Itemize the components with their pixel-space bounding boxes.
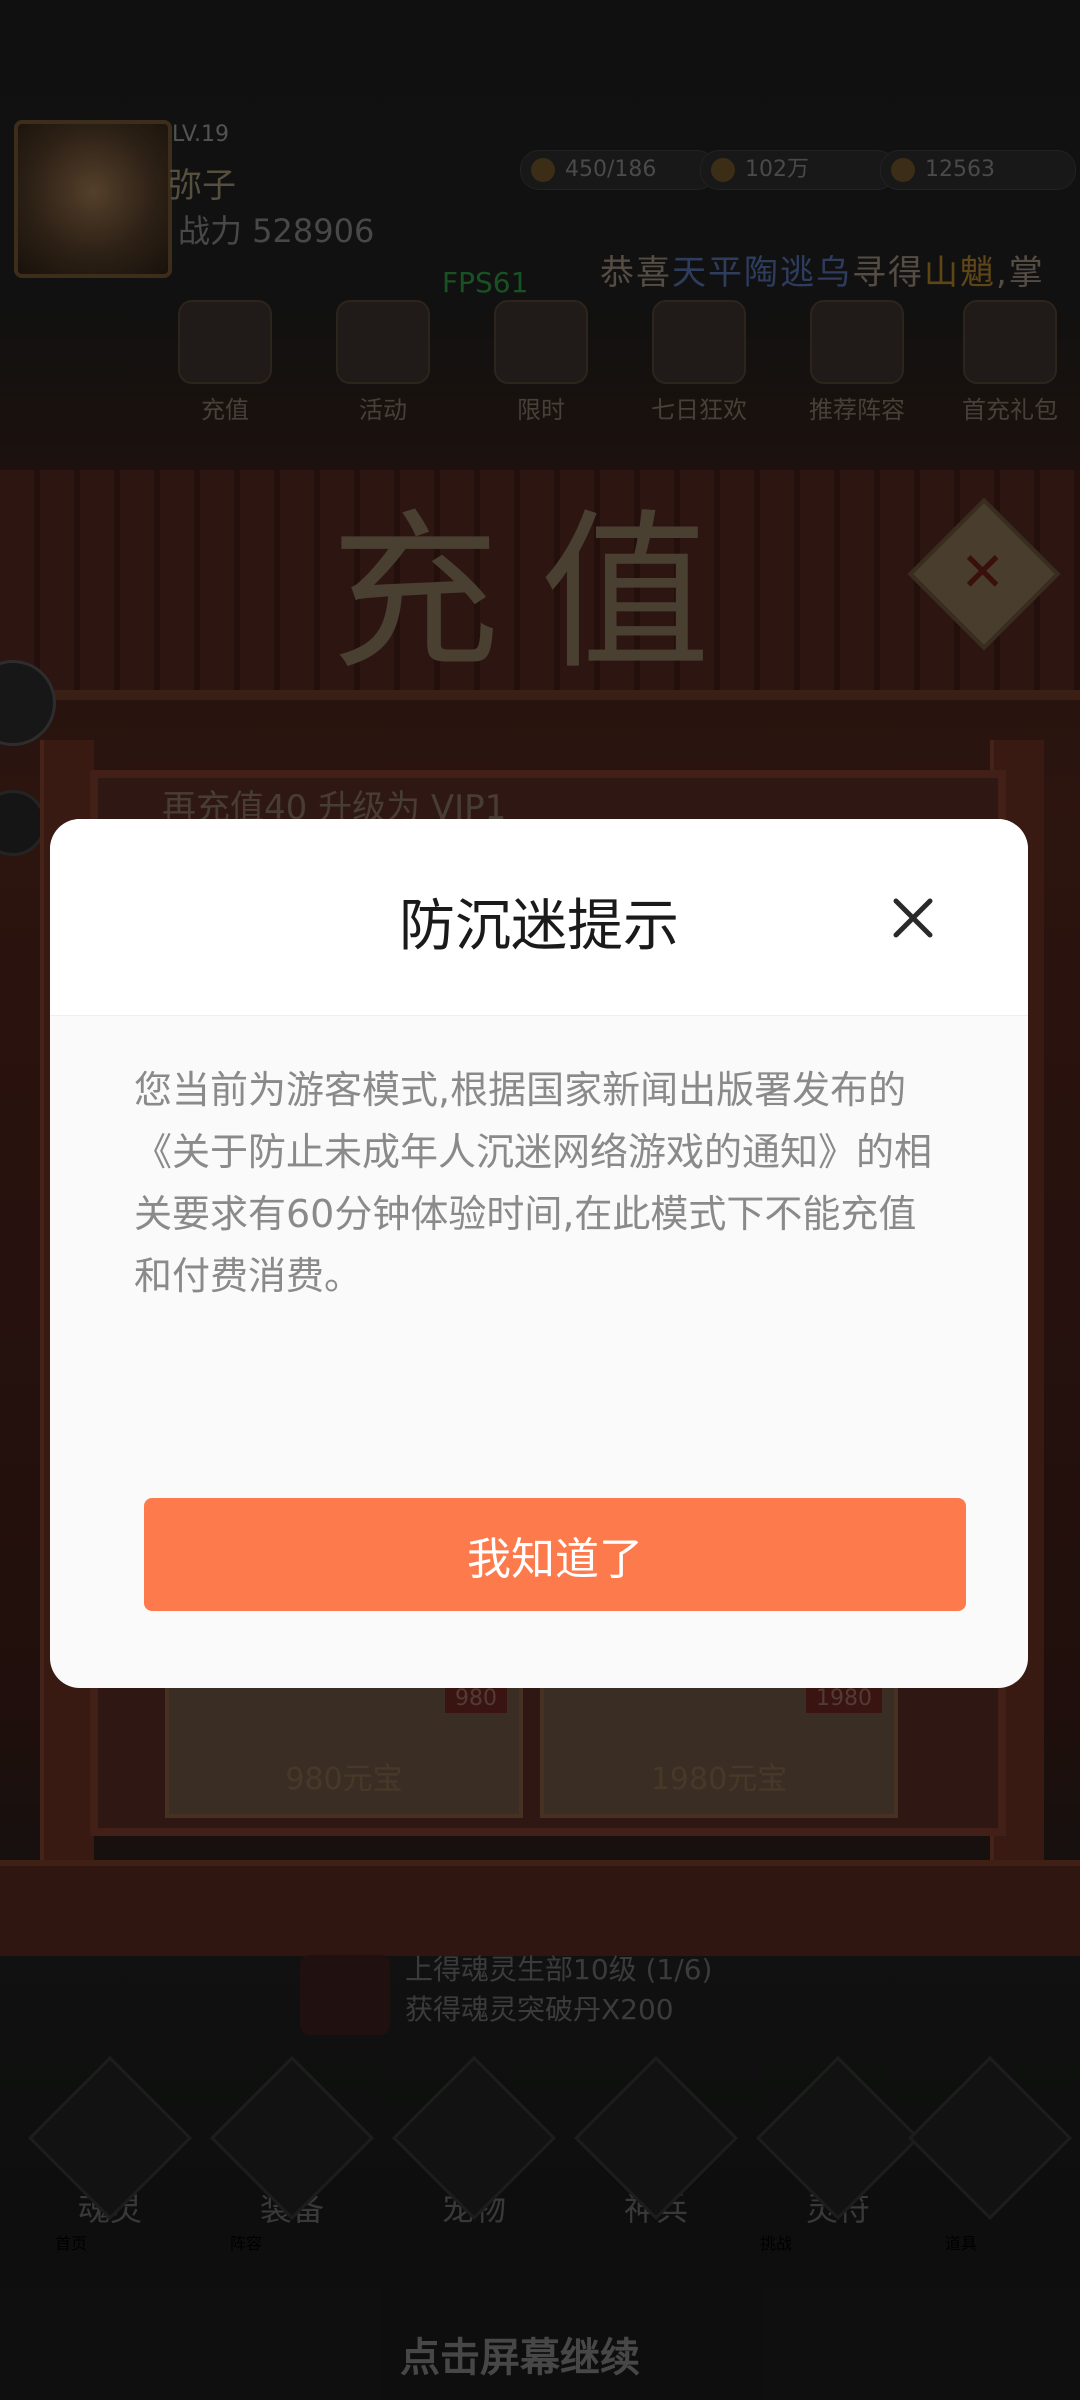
close-icon xyxy=(893,898,933,938)
anti-addiction-dialog: 防沉迷提示 您当前为游客模式,根据国家新闻出版署发布的《关于防止未成年人沉迷网络… xyxy=(50,819,1028,1688)
dialog-message: 您当前为游客模式,根据国家新闻出版署发布的《关于防止未成年人沉迷网络游戏的通知》… xyxy=(134,1068,933,1298)
confirm-button[interactable]: 我知道了 xyxy=(144,1498,966,1611)
dialog-header: 防沉迷提示 xyxy=(50,819,1028,1016)
dialog-title: 防沉迷提示 xyxy=(399,894,679,959)
dialog-close-button[interactable] xyxy=(888,893,938,943)
